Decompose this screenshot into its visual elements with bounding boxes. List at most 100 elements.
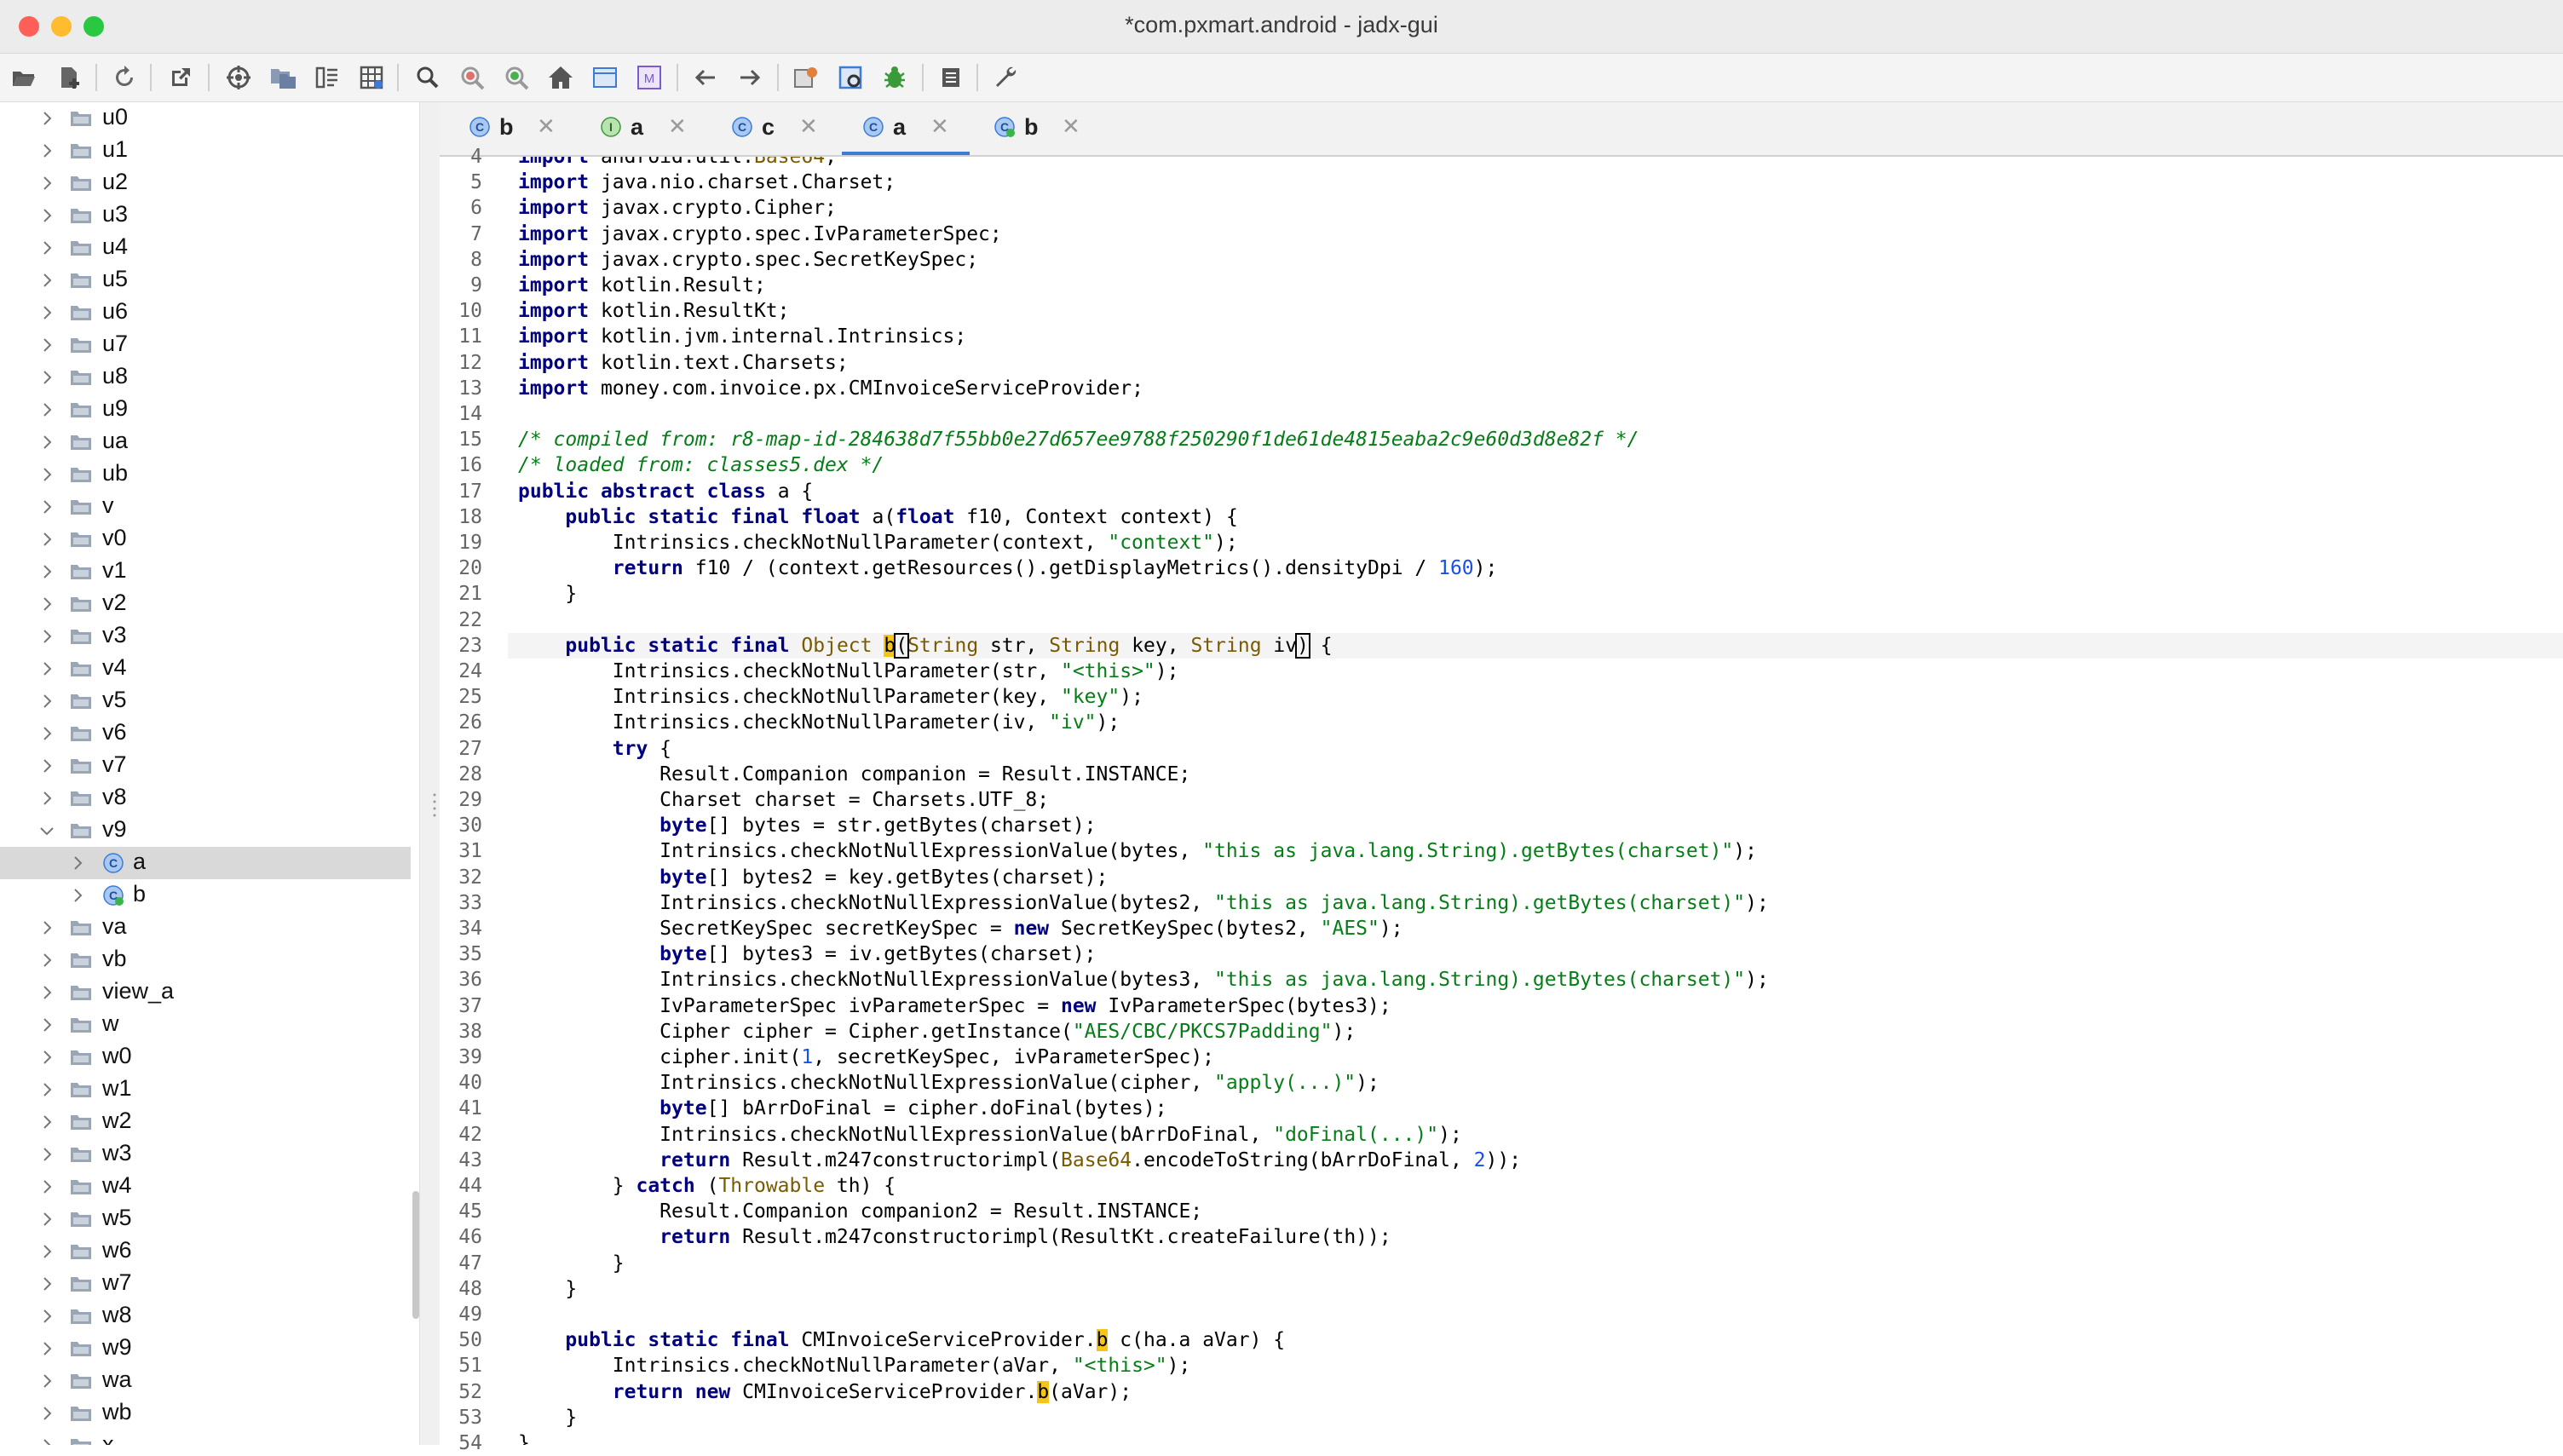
tree-item-w4[interactable]: w4 [0, 1171, 411, 1203]
chevron-right-icon[interactable] [37, 983, 56, 1002]
code-line[interactable]: Intrinsics.checkNotNullParameter(str, "<… [518, 659, 1179, 684]
tree-item-w2[interactable]: w2 [0, 1106, 411, 1138]
tree-item-v3[interactable]: v3 [0, 620, 411, 653]
chevron-right-icon[interactable] [37, 174, 56, 193]
tree-item-a[interactable]: Ca [0, 847, 411, 879]
code-line[interactable]: public abstract class a { [518, 479, 813, 504]
close-tab-icon[interactable]: ✕ [668, 113, 687, 140]
chevron-right-icon[interactable] [37, 1339, 56, 1358]
tree-item-v4[interactable]: v4 [0, 653, 411, 685]
code-line[interactable]: public static final CMInvoiceServiceProv… [518, 1327, 1285, 1353]
chevron-right-icon[interactable] [37, 1016, 56, 1034]
code-line[interactable]: } [518, 1251, 625, 1276]
reload-icon[interactable] [107, 60, 141, 95]
chevron-right-icon[interactable] [37, 789, 56, 808]
tree-item-w9[interactable]: w9 [0, 1332, 411, 1365]
editor-tab[interactable]: Ca ✕ [842, 102, 970, 155]
decompile-all-icon[interactable] [588, 60, 622, 95]
tree-item-u6[interactable]: u6 [0, 296, 411, 329]
tree-item-u7[interactable]: u7 [0, 329, 411, 361]
code-line[interactable]: Result.Companion companion2 = Result.INS… [518, 1199, 1202, 1224]
code-line[interactable]: public static final Object b(String str,… [518, 632, 1333, 659]
tree-item-u8[interactable]: u8 [0, 361, 411, 394]
tree-item-v2[interactable]: v2 [0, 588, 411, 620]
tree-item-vb[interactable]: vb [0, 944, 411, 976]
tree-item-ua[interactable]: ua [0, 426, 411, 458]
code-line[interactable]: import money.com.invoice.px.CMInvoiceSer… [518, 376, 1143, 401]
code-line[interactable]: import kotlin.Result; [518, 273, 766, 298]
tree-item-w7[interactable]: w7 [0, 1268, 411, 1300]
tree-item-v7[interactable]: v7 [0, 750, 411, 782]
code-line[interactable]: return Result.m247constructorimpl(Base64… [518, 1148, 1521, 1173]
tree-item-v5[interactable]: v5 [0, 685, 411, 717]
tree-item-v[interactable]: v [0, 491, 411, 523]
chevron-right-icon[interactable] [37, 239, 56, 257]
tree-item-w6[interactable]: w6 [0, 1235, 411, 1268]
search-icon[interactable] [411, 60, 445, 95]
chevron-right-icon[interactable] [37, 562, 56, 581]
code-line[interactable]: Intrinsics.checkNotNullParameter(iv, "iv… [518, 710, 1120, 735]
code-line[interactable]: Cipher cipher = Cipher.getInstance("AES/… [518, 1019, 1356, 1045]
tree-item-w5[interactable]: w5 [0, 1203, 411, 1235]
quark-icon[interactable] [833, 60, 867, 95]
log-icon[interactable] [789, 60, 823, 95]
tree-item-b[interactable]: Cb [0, 879, 411, 912]
tree-item-u2[interactable]: u2 [0, 167, 411, 199]
chevron-right-icon[interactable] [68, 886, 87, 905]
chevron-right-icon[interactable] [37, 109, 56, 128]
code-line[interactable]: import javax.crypto.spec.IvParameterSpec… [518, 222, 1002, 247]
back-icon[interactable] [688, 60, 723, 95]
chevron-right-icon[interactable] [37, 1177, 56, 1196]
chevron-right-icon[interactable] [37, 1436, 56, 1445]
deobfuscation-icon[interactable] [354, 60, 389, 95]
tree-item-u5[interactable]: u5 [0, 264, 411, 296]
code-line[interactable]: try { [518, 736, 671, 762]
code-line[interactable]: import kotlin.jvm.internal.Intrinsics; [518, 324, 966, 349]
chevron-right-icon[interactable] [37, 1307, 56, 1326]
code-line[interactable]: } catch (Throwable th) { [518, 1173, 896, 1199]
code-line[interactable]: import javax.crypto.spec.SecretKeySpec; [518, 247, 978, 273]
chevron-right-icon[interactable] [37, 1145, 56, 1164]
tree-item-view_a[interactable]: view_a [0, 976, 411, 1009]
code-line[interactable]: Intrinsics.checkNotNullExpressionValue(c… [518, 1070, 1379, 1096]
chevron-right-icon[interactable] [37, 1275, 56, 1293]
code-line[interactable]: /* compiled from: r8-map-id-284638d7f55b… [518, 427, 1639, 452]
editor-tab[interactable]: Cc ✕ [711, 102, 838, 155]
find-usage-icon[interactable] [499, 60, 533, 95]
chevron-right-icon[interactable] [37, 433, 56, 452]
tree-item-u1[interactable]: u1 [0, 135, 411, 167]
forward-icon[interactable] [733, 60, 767, 95]
tree-item-v1[interactable]: v1 [0, 555, 411, 588]
chevron-right-icon[interactable] [37, 400, 56, 419]
code-line[interactable]: Charset charset = Charsets.UTF_8; [518, 787, 1049, 813]
code-line[interactable]: Intrinsics.checkNotNullParameter(context… [518, 530, 1238, 555]
home-icon[interactable] [544, 60, 578, 95]
code-line[interactable]: Intrinsics.checkNotNullExpressionValue(b… [518, 1122, 1462, 1148]
code-line[interactable]: Intrinsics.checkNotNullExpressionValue(b… [518, 890, 1769, 916]
chevron-right-icon[interactable] [37, 692, 56, 711]
sync-icon[interactable] [222, 60, 256, 95]
chevron-right-icon[interactable] [37, 627, 56, 646]
code-line[interactable]: SecretKeySpec secretKeySpec = new Secret… [518, 916, 1402, 941]
tree-item-w[interactable]: w [0, 1009, 411, 1041]
show-inline-icon[interactable] [310, 60, 344, 95]
split-pane-divider[interactable] [419, 102, 441, 1445]
code-line[interactable]: return f10 / (context.getResources().get… [518, 555, 1498, 581]
tree-item-v8[interactable]: v8 [0, 782, 411, 814]
code-line[interactable]: } [518, 1276, 577, 1302]
package-tree[interactable]: u0 u1 u2 u3 u4 u5 u6 u7 u8 u9 ua ub v v0 v1 v2 v3 v4 v5 v6 v… [0, 102, 418, 1445]
close-tab-icon[interactable]: ✕ [930, 113, 949, 140]
sidebar-scrollbar[interactable] [412, 1191, 419, 1319]
code-line[interactable]: } [518, 581, 577, 607]
tree-item-w1[interactable]: w1 [0, 1073, 411, 1106]
code-editor[interactable]: import android.util.Base64; import java.n… [508, 157, 2563, 1445]
chevron-right-icon[interactable] [37, 659, 56, 678]
chevron-right-icon[interactable] [37, 141, 56, 160]
chevron-right-icon[interactable] [37, 1404, 56, 1423]
code-line[interactable]: import java.nio.charset.Charset; [518, 170, 896, 195]
chevron-right-icon[interactable] [37, 724, 56, 743]
tree-item-u9[interactable]: u9 [0, 394, 411, 426]
tree-item-w0[interactable]: w0 [0, 1041, 411, 1073]
chevron-right-icon[interactable] [37, 206, 56, 225]
tree-item-va[interactable]: va [0, 912, 411, 944]
